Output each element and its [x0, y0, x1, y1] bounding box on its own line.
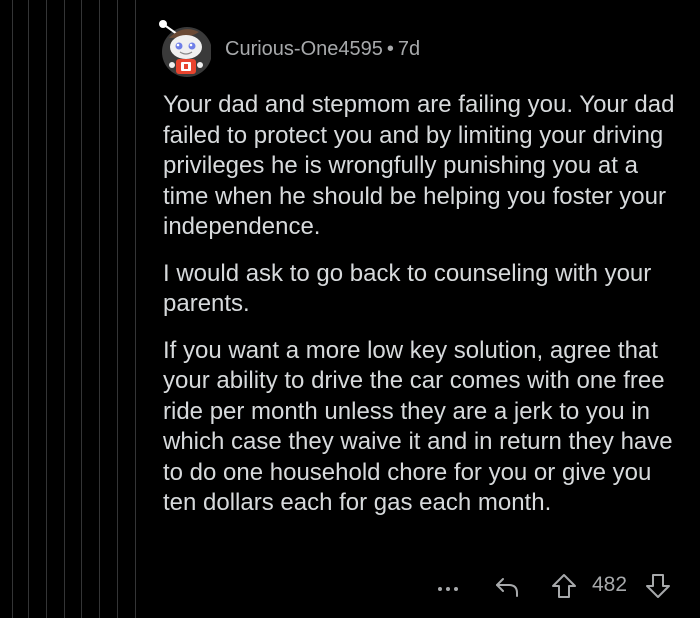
downvote-button[interactable] [642, 570, 674, 602]
more-options-icon [438, 587, 458, 591]
more-options-button[interactable] [433, 572, 463, 602]
comment-paragraph-2: I would ask to go back to counseling wit… [163, 259, 652, 318]
meta-separator: • [386, 38, 394, 60]
comment-paragraph-1: Your dad and stepmom are failing you. Yo… [163, 91, 675, 240]
upvote-button[interactable] [548, 570, 580, 602]
reply-button[interactable] [491, 570, 523, 602]
comment-meta: Curious-One4595 • 7d [225, 38, 420, 61]
snoo-avatar-icon [159, 20, 212, 77]
author-username[interactable]: Curious-One4595 [225, 38, 383, 60]
vote-score: 482 [592, 573, 628, 596]
reply-icon [496, 578, 518, 597]
downvote-icon [646, 574, 670, 598]
comment-actions: 482 [425, 566, 695, 606]
comment-body: Your dad and stepmom are failing you. Yo… [163, 90, 683, 535]
comment: Curious-One4595 • 7d Your dad and stepmom … [0, 0, 700, 618]
upvote-icon [552, 574, 576, 598]
comment-paragraph-3: If you want a more low key solution, agr… [163, 336, 673, 517]
avatar[interactable] [155, 16, 212, 78]
comment-age: 7d [397, 38, 421, 60]
